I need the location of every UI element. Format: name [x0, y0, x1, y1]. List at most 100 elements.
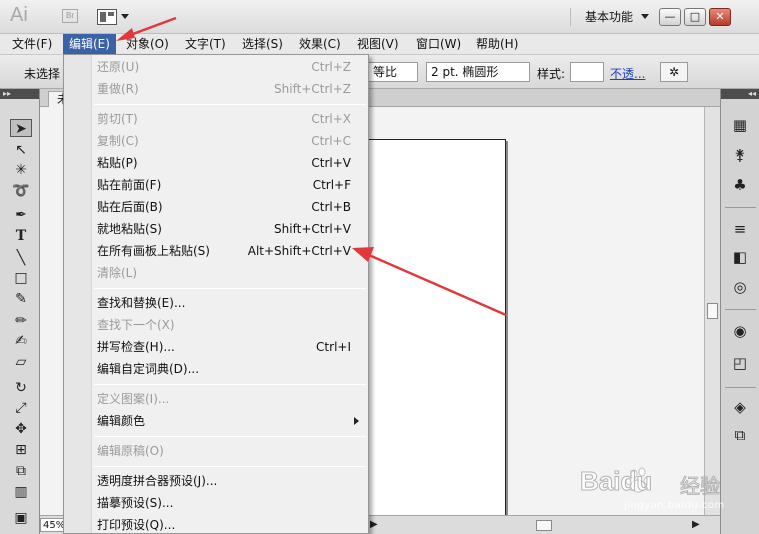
lasso-tool-icon[interactable]: ➰ — [10, 182, 32, 200]
symbols-panel-icon[interactable]: ♣ — [729, 175, 751, 195]
menu-type[interactable]: 文字(T) — [179, 34, 232, 55]
shape-builder-tool-icon[interactable]: ⧉ — [10, 462, 32, 480]
chevron-down-icon[interactable] — [121, 14, 129, 19]
menu-item-cut[interactable]: 剪切(T) Ctrl+X — [97, 108, 367, 130]
profile-value: 等比 — [373, 65, 398, 79]
menu-separator — [94, 436, 366, 437]
paintbrush-tool-icon[interactable]: ✎ — [10, 290, 32, 308]
dock-collapse-icon[interactable]: ◂◂ — [721, 89, 759, 99]
menu-separator — [94, 288, 366, 289]
menu-window[interactable]: 窗口(W) — [410, 34, 467, 55]
menu-item-print-presets[interactable]: 打印预设(Q)... — [97, 514, 367, 534]
menu-item-paste-in-place[interactable]: 就地粘贴(S) Shift+Ctrl+V — [97, 218, 367, 240]
menu-file[interactable]: 文件(F) — [6, 34, 58, 55]
menu-separator — [94, 466, 366, 467]
scale-tool-icon[interactable]: ⤢ — [10, 399, 32, 417]
menu-item-paste-on-all-artboards[interactable]: 在所有画板上粘贴(S) Alt+Shift+Ctrl+V — [97, 240, 367, 262]
artboard-tool-icon[interactable]: ▣ — [10, 509, 32, 527]
watermark-brand-cn: 经验 — [680, 474, 721, 499]
swatches-panel-icon[interactable]: ▦ — [729, 115, 751, 135]
restore-button[interactable]: □ — [684, 8, 706, 26]
menu-item-paste-in-back[interactable]: 贴在后面(B) Ctrl+B — [97, 196, 367, 218]
arrange-documents-icon[interactable] — [97, 9, 117, 25]
menu-item-tracing-presets[interactable]: 描摹预设(S)... — [97, 492, 367, 514]
menu-separator — [94, 104, 366, 105]
graphic-styles-panel-icon[interactable]: ◰ — [729, 353, 751, 373]
menu-icon-gutter — [64, 55, 92, 533]
menu-item-paste-in-front[interactable]: 贴在前面(F) Ctrl+F — [97, 174, 367, 196]
menu-edit[interactable]: 编辑(E) — [63, 34, 116, 55]
minimize-button[interactable]: — — [659, 8, 681, 26]
direct-selection-tool-icon[interactable]: ↖ — [10, 141, 32, 159]
warp-tool-icon[interactable]: ✥ — [10, 420, 32, 438]
menu-item-edit-original[interactable]: 编辑原稿(O) — [97, 440, 367, 462]
vertical-scrollbar[interactable] — [704, 107, 720, 515]
brush-definition-select[interactable]: 2 pt. 椭圆形 — [426, 62, 530, 82]
dock-divider — [725, 309, 756, 310]
tools-panel: ▸▸ ➤ ↖ ✳ ➰ ✒ T ╲ □ ✎ ✏ ✍ ▱ ↻ ⤢ ✥ ⊞ ⧉ ▥ ▣ — [0, 89, 40, 534]
workspace-label: 基本功能 — [585, 10, 634, 24]
rectangle-tool-icon[interactable]: □ — [10, 269, 32, 287]
watermark-url: jingyan.baidu.com — [624, 500, 725, 511]
style-label: 样式: — [537, 67, 566, 81]
menu-object[interactable]: 对象(O) — [120, 34, 175, 55]
selection-status: 未选择 — [24, 67, 61, 81]
scroll-left-icon[interactable]: ▶ — [370, 519, 378, 530]
graphic-style-picker[interactable] — [570, 62, 604, 82]
close-button[interactable]: ✕ — [709, 8, 731, 26]
menu-help[interactable]: 帮助(H) — [470, 34, 524, 55]
watermark-brand: Baidu — [579, 466, 653, 497]
recolor-artwork-icon[interactable]: ✲ — [660, 62, 688, 82]
menu-item-edit-custom-dictionary[interactable]: 编辑自定词典(D)... — [97, 358, 367, 380]
menu-item-define-pattern[interactable]: 定义图案(I)... — [97, 388, 367, 410]
illustrator-logo: Ai — [10, 4, 28, 26]
menu-item-transparency-flattener-presets[interactable]: 透明度拼合器预设(J)... — [97, 470, 367, 492]
workspace-switcher[interactable]: 基本功能 — [570, 8, 633, 26]
bridge-button[interactable]: Br — [62, 9, 78, 23]
dock-divider — [725, 387, 756, 388]
menu-item-paste[interactable]: 粘贴(P) Ctrl+V — [97, 152, 367, 174]
menu-item-find-next[interactable]: 查找下一个(X) — [97, 314, 367, 336]
rotate-tool-icon[interactable]: ↻ — [10, 379, 32, 397]
line-tool-icon[interactable]: ╲ — [10, 249, 32, 267]
transparency-panel-icon[interactable]: ◎ — [729, 277, 751, 297]
magic-wand-tool-icon[interactable]: ✳ — [10, 161, 32, 179]
menu-item-undo[interactable]: 还原(U) Ctrl+Z — [97, 56, 367, 78]
stroke-panel-icon[interactable]: ≡ — [729, 219, 751, 239]
chevron-down-icon[interactable] — [641, 14, 649, 19]
eraser-tool-icon[interactable]: ▱ — [10, 353, 32, 371]
selection-tool-icon[interactable]: ➤ — [10, 119, 32, 137]
panel-collapse-icon[interactable]: ▸▸ — [0, 89, 39, 99]
type-tool-icon[interactable]: T — [10, 227, 32, 245]
layers-panel-icon[interactable]: ◈ — [729, 397, 751, 417]
appearance-panel-icon[interactable]: ◉ — [729, 321, 751, 341]
menu-select[interactable]: 选择(S) — [236, 34, 289, 55]
menu-item-clear[interactable]: 清除(L) — [97, 262, 367, 284]
menu-effect[interactable]: 效果(C) — [293, 34, 347, 55]
menu-item-copy[interactable]: 复制(C) Ctrl+C — [97, 130, 367, 152]
pen-tool-icon[interactable]: ✒ — [10, 206, 32, 224]
menu-separator — [94, 384, 366, 385]
opacity-link[interactable]: 不透... — [610, 65, 645, 82]
vertical-scroll-thumb[interactable] — [707, 303, 718, 319]
menu-item-redo[interactable]: 重做(R) Shift+Ctrl+Z — [97, 78, 367, 100]
menu-item-edit-colors[interactable]: 编辑颜色 — [97, 410, 367, 432]
artboards-panel-icon[interactable]: ⧉ — [729, 425, 751, 445]
horizontal-scroll-thumb[interactable] — [536, 520, 552, 531]
edit-menu-dropdown: 还原(U) Ctrl+Z 重做(R) Shift+Ctrl+Z 剪切(T) Ctrl+… — [63, 54, 369, 534]
graph-tool-icon[interactable]: ▥ — [10, 483, 32, 501]
brush-value: 2 pt. 椭圆形 — [431, 65, 499, 79]
menu-item-find-replace[interactable]: 查找和替换(E)... — [97, 292, 367, 314]
brushes-panel-icon[interactable]: ⚵ — [729, 145, 751, 165]
variable-width-profile-select[interactable]: 等比 — [368, 62, 418, 82]
app-title-bar: Ai Br 基本功能 — □ ✕ — [0, 0, 759, 34]
submenu-arrow-icon — [354, 417, 359, 425]
free-transform-tool-icon[interactable]: ⊞ — [10, 441, 32, 459]
menu-item-check-spelling[interactable]: 拼写检查(H)... Ctrl+I — [97, 336, 367, 358]
pencil-tool-icon[interactable]: ✏ — [10, 312, 32, 330]
gradient-panel-icon[interactable]: ◧ — [729, 247, 751, 267]
baidu-watermark: Baidu 经验 jingyan.baidu.com — [579, 462, 750, 522]
dock-divider — [725, 207, 756, 208]
menu-view[interactable]: 视图(V) — [351, 34, 405, 55]
blob-brush-tool-icon[interactable]: ✍ — [10, 332, 32, 350]
